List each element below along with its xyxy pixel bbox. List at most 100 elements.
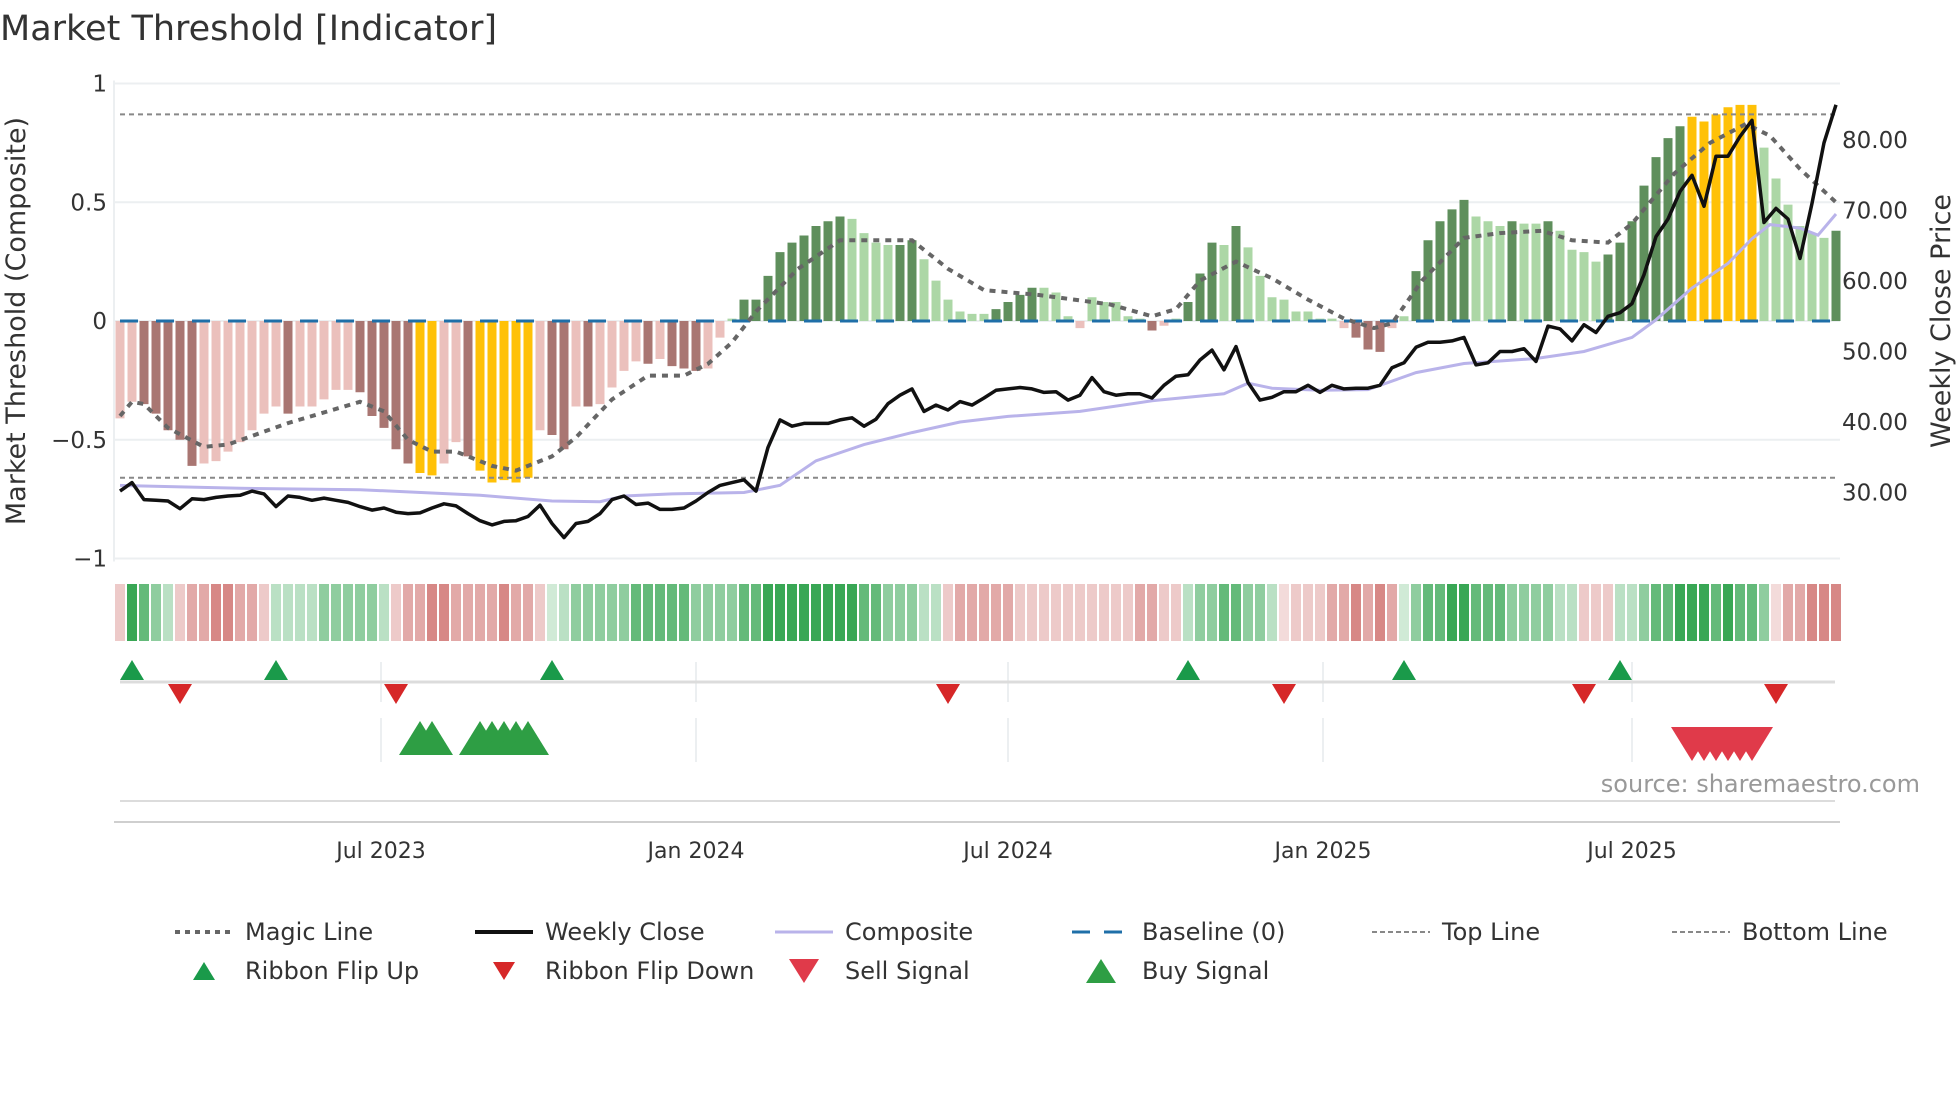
legend-label: Buy Signal <box>1142 957 1269 985</box>
composite-bar <box>1435 221 1445 321</box>
ribbon-cell <box>247 584 257 641</box>
composite-bar <box>1579 252 1589 321</box>
ribbon-cell <box>355 584 365 641</box>
ribbon-cell <box>1303 584 1313 641</box>
y-tick-label: 0 <box>92 309 107 335</box>
composite-bar <box>307 321 317 407</box>
ribbon-cell <box>919 584 929 641</box>
ribbon-flip-down-marker <box>1764 684 1788 704</box>
composite-line <box>119 213 1838 504</box>
composite-bar <box>1807 233 1817 321</box>
composite-bar <box>823 221 833 321</box>
ribbon-cell <box>1291 584 1301 641</box>
ribbon-cell <box>1351 584 1361 641</box>
ribbon-cell <box>1555 584 1565 641</box>
composite-bar <box>1663 138 1673 321</box>
ribbon-cell <box>259 584 269 641</box>
ribbon-cell <box>1591 584 1601 641</box>
composite-bar <box>787 242 797 321</box>
ribbon-cell <box>871 584 881 641</box>
ribbon-cell <box>187 584 197 641</box>
ribbon-cell <box>619 584 629 641</box>
ribbon-cell <box>991 584 1001 641</box>
ribbon-flip-down-marker <box>1572 684 1596 704</box>
composite-bar <box>943 299 953 321</box>
ribbon-cell <box>895 584 905 641</box>
composite-bar <box>895 245 905 321</box>
composite-bar <box>523 321 533 478</box>
y2-tick-label: 50.00 <box>1842 340 1908 366</box>
composite-bar <box>1723 107 1733 321</box>
ribbon-flip-up-marker <box>1608 660 1632 680</box>
ribbon-cell <box>1147 584 1157 641</box>
ribbon-flip-up-marker <box>540 660 564 680</box>
composite-bar <box>1507 221 1517 321</box>
ribbon-cell <box>403 584 413 641</box>
ribbon-cell <box>595 584 605 641</box>
ribbon-flip-up-marker <box>1176 660 1200 680</box>
ribbon-cell <box>835 584 845 641</box>
ribbon-cell <box>439 584 449 641</box>
legend-item: Magic Line <box>175 918 373 946</box>
triangle-up-icon <box>1086 959 1116 983</box>
composite-bar <box>1603 254 1613 321</box>
ribbon-cell <box>1507 584 1517 641</box>
composite-bar <box>1555 230 1565 321</box>
y2-tick-label: 40.00 <box>1842 410 1908 436</box>
composite-bar <box>247 321 257 431</box>
composite-bar <box>619 321 629 371</box>
composite-bar <box>1771 178 1781 321</box>
ribbon-cell <box>847 584 857 641</box>
composite-bar <box>1531 223 1541 321</box>
ribbon-strip <box>115 584 1841 641</box>
ribbon-cell <box>1759 584 1769 641</box>
composite-bar <box>1831 230 1841 321</box>
composite-bar <box>1015 294 1025 321</box>
composite-bar <box>235 321 245 443</box>
ribbon-cell <box>1339 584 1349 641</box>
legend-label: Composite <box>845 918 973 946</box>
composite-bar <box>1279 299 1289 321</box>
ribbon-cell <box>211 584 221 641</box>
ribbon-cell <box>535 584 545 641</box>
ribbon-cell <box>1831 584 1841 641</box>
composite-bar <box>1039 287 1049 321</box>
composite-bar <box>835 216 845 321</box>
composite-bar <box>175 321 185 440</box>
composite-bar <box>115 321 125 419</box>
composite-bar <box>1675 126 1685 321</box>
composite-bar <box>343 321 353 390</box>
ribbon-cell <box>1627 584 1637 641</box>
composite-bars <box>115 104 1841 483</box>
ribbon-cell <box>1183 584 1193 641</box>
ribbon-cell <box>307 584 317 641</box>
composite-bar <box>739 299 749 321</box>
composite-bar <box>1255 275 1265 321</box>
composite-bar <box>391 321 401 450</box>
composite-bar <box>799 235 809 321</box>
ribbon-flip-down-marker <box>1272 684 1296 704</box>
ribbon-cell <box>571 584 581 641</box>
composite-bar <box>223 321 233 452</box>
composite-bar <box>1459 199 1469 321</box>
composite-bar <box>607 321 617 388</box>
composite-bar <box>1819 237 1829 321</box>
ribbon-cell <box>1003 584 1013 641</box>
composite-bar <box>571 321 581 407</box>
ribbon-cell <box>1519 584 1529 641</box>
ribbon-cell <box>487 584 497 641</box>
composite-bar <box>1003 302 1013 321</box>
ribbon-cell <box>1543 584 1553 641</box>
ribbon-cell <box>1075 584 1085 641</box>
composite-bar <box>1231 226 1241 321</box>
ribbon-cell <box>295 584 305 641</box>
composite-bar <box>595 321 605 405</box>
composite-bar <box>439 321 449 464</box>
legend-label: Ribbon Flip Up <box>245 957 419 985</box>
ribbon-cell <box>223 584 233 641</box>
composite-bar <box>487 321 497 483</box>
ribbon-cell <box>1111 584 1121 641</box>
composite-bar <box>511 321 521 483</box>
ribbon-flip-up-marker <box>264 660 288 680</box>
composite-bar <box>871 242 881 321</box>
